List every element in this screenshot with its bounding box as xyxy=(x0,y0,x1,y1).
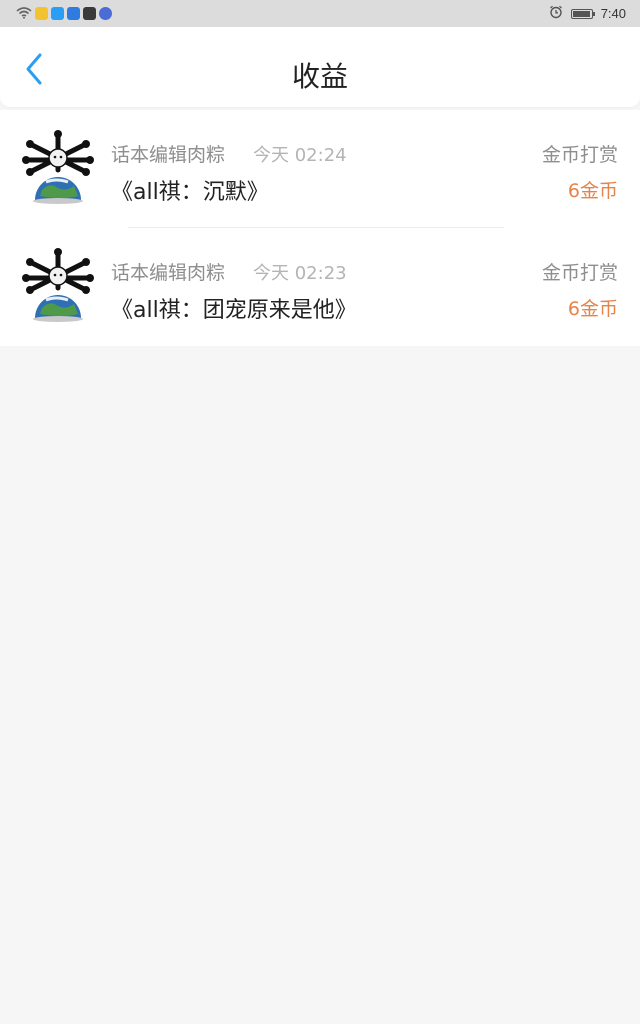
alarm-icon xyxy=(549,4,563,23)
app-icon-4 xyxy=(83,7,96,20)
app-icon-2 xyxy=(51,7,64,20)
app-icon-5 xyxy=(99,7,112,20)
avatar xyxy=(22,248,94,324)
income-type: 金币打赏 xyxy=(541,144,618,166)
battery-icon xyxy=(570,8,595,19)
income-type: 金币打赏 xyxy=(541,262,618,284)
status-bar: 7:40 xyxy=(0,0,640,27)
coin-amount: 6金币 xyxy=(567,180,618,202)
list-item[interactable]: 话本编辑肉粽 今天 02:24 金币打赏 《all祺：沉默》 6金币 xyxy=(0,110,640,228)
coin-amount: 6金币 xyxy=(567,298,618,320)
earnings-list: 话本编辑肉粽 今天 02:24 金币打赏 《all祺：沉默》 6金币 话本编辑肉… xyxy=(0,110,640,346)
app-header: 收益 xyxy=(0,27,640,107)
status-time: 7:40 xyxy=(600,6,626,21)
notification-area xyxy=(16,5,112,22)
app-icon-1 xyxy=(35,7,48,20)
wifi-icon xyxy=(16,4,32,23)
list-item[interactable]: 话本编辑肉粽 今天 02:23 金币打赏 《all祺：团宠原来是他》 6金币 xyxy=(0,228,640,346)
page-title: 收益 xyxy=(291,60,348,93)
sender-name: 话本编辑肉粽 xyxy=(111,262,226,284)
sender-name: 话本编辑肉粽 xyxy=(111,144,226,166)
timestamp: 今天 02:23 xyxy=(253,263,347,284)
book-title: 《all祺：团宠原来是他》 xyxy=(111,298,357,323)
battery-level-fill xyxy=(572,10,590,17)
system-area: 7:40 xyxy=(549,5,626,22)
book-title: 《all祺：沉默》 xyxy=(111,180,269,205)
avatar xyxy=(22,130,94,206)
app-icon-3 xyxy=(67,7,80,20)
timestamp: 今天 02:24 xyxy=(253,145,347,166)
